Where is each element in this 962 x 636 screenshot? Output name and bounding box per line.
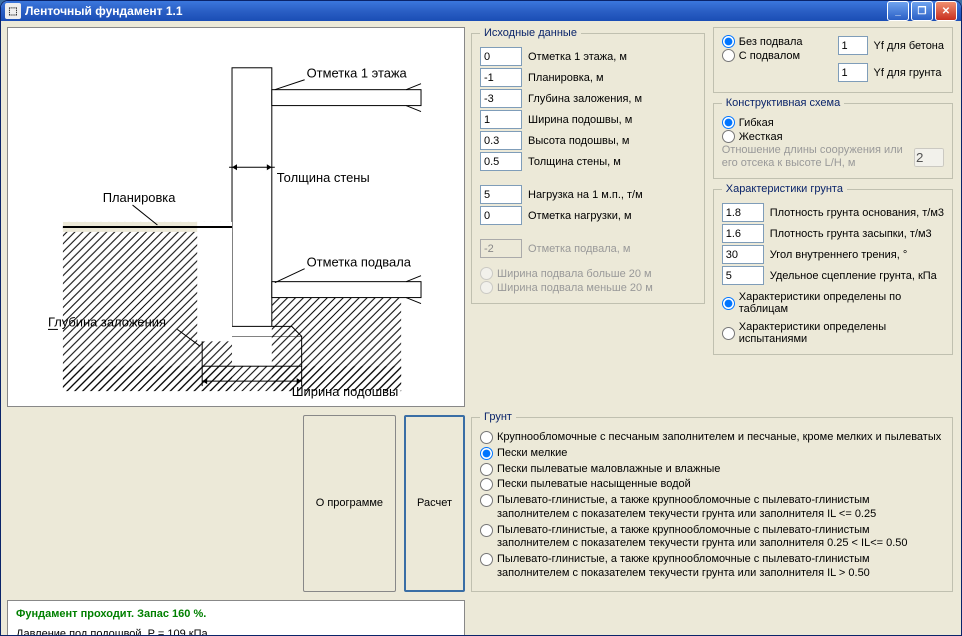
radio-by-tables[interactable]: [722, 297, 735, 310]
label-soil-0: Крупнообломочные с песчаным заполнителем…: [497, 431, 941, 445]
diagram-label-depth: Глубина заложения: [48, 314, 166, 329]
radio-soil-2[interactable]: [480, 463, 493, 476]
input-density-fill[interactable]: [722, 224, 764, 243]
input-load[interactable]: [480, 185, 522, 204]
label-wall-thickness: Толщина стены, м: [528, 156, 621, 168]
label-yf-soil: Yf для грунта: [874, 67, 942, 79]
radio-soil-0[interactable]: [480, 431, 493, 444]
label-by-tables: Характеристики определены по таблицам: [739, 291, 944, 315]
radio-soil-1[interactable]: [480, 447, 493, 460]
about-button[interactable]: О программе: [303, 415, 396, 592]
label-rigid: Жесткая: [739, 131, 783, 143]
window-title: Ленточный фундамент 1.1: [25, 4, 887, 18]
soil-legend: Грунт: [480, 411, 516, 423]
radio-by-tests[interactable]: [722, 327, 735, 340]
diagram-label-basement: Отметка подвала: [307, 255, 412, 270]
diagram-label-planning: Планировка: [103, 190, 177, 205]
label-flexible: Гибкая: [739, 117, 774, 129]
label-floor1: Отметка 1 этажа, м: [528, 51, 627, 63]
inputs-legend: Исходные данные: [480, 27, 581, 39]
diagram-label-wall-thickness: Толщина стены: [277, 170, 370, 185]
scheme-legend: Конструктивная схема: [722, 97, 844, 109]
radio-rigid[interactable]: [722, 130, 735, 143]
input-basement-mark: [480, 239, 522, 258]
label-sole-height: Высота подошвы, м: [528, 135, 629, 147]
label-friction: Угол внутреннего трения, °: [770, 249, 907, 261]
maximize-button[interactable]: ❐: [911, 1, 933, 21]
input-ratio: [914, 148, 944, 167]
label-no-basement: Без подвала: [739, 36, 803, 48]
label-soil-4: Пылевато-глинистые, а также крупнообломо…: [497, 494, 944, 522]
label-basement-mark: Отметка подвала, м: [528, 243, 630, 255]
minimize-button[interactable]: _: [887, 1, 909, 21]
soil-type-group: Грунт Крупнообломочные с песчаным заполн…: [471, 411, 953, 592]
diagram-label-sole-width: Ширина подошвы: [292, 384, 399, 399]
label-sole-width: Ширина подошвы, м: [528, 114, 632, 126]
radio-no-basement[interactable]: [722, 35, 735, 48]
radio-basement-narrow: [480, 281, 493, 294]
input-load-mark[interactable]: [480, 206, 522, 225]
input-friction[interactable]: [722, 245, 764, 264]
label-with-basement: С подвалом: [739, 50, 800, 62]
scheme-group: Конструктивная схема Гибкая Жесткая Отно…: [713, 97, 953, 179]
radio-soil-3[interactable]: [480, 478, 493, 491]
result-status: Фундамент проходит. Запас 160 %.: [16, 607, 456, 622]
label-load-mark: Отметка нагрузки, м: [528, 210, 632, 222]
radio-flexible[interactable]: [722, 116, 735, 129]
label-yf-concrete: Yf для бетона: [874, 40, 944, 52]
label-density-fill: Плотность грунта засыпки, т/м3: [770, 228, 932, 240]
label-basement-wide: Ширина подвала больше 20 м: [497, 268, 652, 280]
label-depth: Глубина заложения, м: [528, 93, 642, 105]
result-pressure: Давление под подошвой, P = 109 кПа.: [16, 627, 456, 636]
app-icon: ⬚: [5, 3, 21, 19]
diagram-label-floor1: Отметка 1 этажа: [307, 66, 408, 81]
content-area: Отметка 1 этажа Толщина стены Планировка…: [1, 21, 961, 636]
label-soil-3: Пески пылеватые насыщенные водой: [497, 478, 691, 492]
app-window: ⬚ Ленточный фундамент 1.1 _ ❐ ✕: [0, 0, 962, 636]
input-yf-soil[interactable]: [838, 63, 868, 82]
soil-characteristics-group: Характеристики грунта Плотность грунта о…: [713, 183, 953, 355]
label-soil-2: Пески пылеватые маловлажные и влажные: [497, 463, 720, 477]
label-planning: Планировка, м: [528, 72, 604, 84]
label-by-tests: Характеристики определены испытаниями: [739, 321, 944, 345]
label-soil-6: Пылевато-глинистые, а также крупнообломо…: [497, 553, 944, 581]
label-soil-1: Пески мелкие: [497, 447, 567, 461]
basement-yf-group: Без подвала С подвалом Yf для бетона Yf …: [713, 27, 953, 93]
input-wall-thickness[interactable]: [480, 152, 522, 171]
window-buttons: _ ❐ ✕: [887, 1, 957, 21]
results-pane: Фундамент проходит. Запас 160 %. Давлени…: [7, 600, 465, 636]
input-depth[interactable]: [480, 89, 522, 108]
label-load: Нагрузка на 1 м.п., т/м: [528, 189, 643, 201]
inputs-group: Исходные данные Отметка 1 этажа, м Плани…: [471, 27, 705, 304]
label-density-base: Плотность грунта основания, т/м3: [770, 207, 944, 219]
titlebar[interactable]: ⬚ Ленточный фундамент 1.1 _ ❐ ✕: [1, 1, 961, 21]
radio-basement-wide: [480, 267, 493, 280]
input-yf-concrete[interactable]: [838, 36, 868, 55]
input-planning[interactable]: [480, 68, 522, 87]
label-soil-5: Пылевато-глинистые, а также крупнообломо…: [497, 524, 944, 552]
calculate-button[interactable]: Расчет: [404, 415, 465, 592]
radio-soil-4[interactable]: [480, 494, 493, 507]
label-cohesion: Удельное сцепление грунта, кПа: [770, 270, 937, 282]
input-sole-width[interactable]: [480, 110, 522, 129]
ratio-label: Отношение длины сооружения или его отсек…: [722, 144, 908, 170]
input-cohesion[interactable]: [722, 266, 764, 285]
soil-char-legend: Характеристики грунта: [722, 183, 847, 195]
close-button[interactable]: ✕: [935, 1, 957, 21]
input-density-base[interactable]: [722, 203, 764, 222]
radio-soil-6[interactable]: [480, 553, 493, 566]
input-floor1[interactable]: [480, 47, 522, 66]
radio-with-basement[interactable]: [722, 49, 735, 62]
label-basement-narrow: Ширина подвала меньше 20 м: [497, 282, 653, 294]
radio-soil-5[interactable]: [480, 524, 493, 537]
button-row: О программе Расчет: [7, 411, 465, 596]
foundation-diagram: Отметка 1 этажа Толщина стены Планировка…: [7, 27, 465, 407]
input-sole-height[interactable]: [480, 131, 522, 150]
